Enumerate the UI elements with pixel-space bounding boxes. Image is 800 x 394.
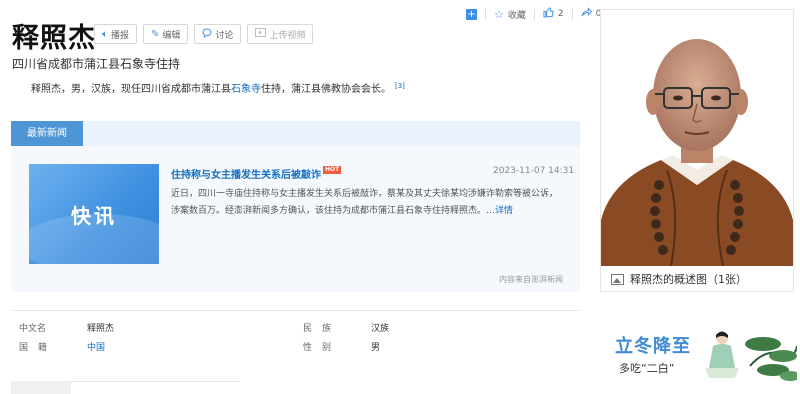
info-label-chinese-name: 中文名 xyxy=(19,324,47,334)
collect-button[interactable]: ☆ 收藏 xyxy=(494,8,526,21)
news-headline-link[interactable]: 住持称与女主播发生关系后被敲诈 HOT xyxy=(171,165,342,181)
share-button[interactable]: 0 xyxy=(581,7,601,21)
info-label-ethnicity: 民族 xyxy=(303,324,342,334)
ad-title: 立冬降至 xyxy=(615,336,691,357)
info-label-nationality: 国籍 xyxy=(19,343,58,353)
ad-illustration xyxy=(705,331,797,381)
summary-text: 释照杰，男，汉族，现任四川省成都市蒲江县 xyxy=(31,84,231,95)
ad-subtitle: 多吃“二白” xyxy=(619,362,675,375)
portrait-caption[interactable]: 释照杰的概述图（1张） xyxy=(601,267,793,291)
thumbs-up-icon xyxy=(543,7,554,21)
thumbnail-text: 快讯 xyxy=(71,204,117,228)
plus-icon: + xyxy=(466,8,477,20)
image-icon xyxy=(611,273,624,285)
star-icon: ☆ xyxy=(494,7,504,21)
news-excerpt-text: 涉案数百万。经澎湃新闻多方确认，该住持为成都市蒲江县石象寺住持释照杰。 xyxy=(171,206,487,216)
temple-link[interactable]: 石象寺 xyxy=(231,84,261,95)
section-divider xyxy=(11,310,580,311)
page-title: 释照杰 xyxy=(12,23,96,54)
action-bar: 🔈︎ 播报 ✎ 编辑 讨论 上传视频 xyxy=(94,24,314,44)
toolbar-divider xyxy=(533,8,535,20)
advertisement[interactable]: 立冬降至 多吃“二白” xyxy=(607,326,797,386)
add-button[interactable]: + xyxy=(466,8,477,20)
share-icon xyxy=(581,7,592,21)
bottom-tab xyxy=(11,381,71,394)
pencil-icon: ✎ xyxy=(151,28,160,40)
news-date: 2023-11-07 14:31 xyxy=(493,166,575,176)
top-toolbar: + ☆ 收藏 2 0 xyxy=(466,6,601,22)
upload-video-label: 上传视频 xyxy=(269,30,306,41)
edit-label: 编辑 xyxy=(162,30,181,41)
hot-badge: HOT xyxy=(323,165,342,174)
info-value-gender: 男 xyxy=(371,343,381,353)
summary-text-end: 住持，蒲江县佛教协会会长。 xyxy=(261,84,391,95)
discuss-label: 讨论 xyxy=(215,30,234,41)
info-value-chinese-name: 释照杰 xyxy=(87,324,115,334)
bottom-divider xyxy=(71,381,240,382)
news-headline: 住持称与女主播发生关系后被敲诈 xyxy=(171,170,321,181)
news-excerpt-line-2: 涉案数百万。经澎湃新闻多方确认，该住持为成都市蒲江县石象寺住持释照杰。…详情 xyxy=(171,203,566,220)
speaker-icon: 🔈︎ xyxy=(102,28,108,40)
entry-subtitle: 四川省成都市蒲江县石象寺住持 xyxy=(12,57,181,71)
news-excerpt-line: 近日，四川一寺庙住持称与女主播发生关系后被敲诈，蔡某及其丈夫徐某均涉嫌诈勒索等被… xyxy=(171,189,559,199)
report-label: 播报 xyxy=(111,30,130,41)
discuss-button[interactable]: 讨论 xyxy=(194,24,242,44)
reference-link[interactable]: [3] xyxy=(395,82,405,90)
toolbar-divider xyxy=(571,8,573,20)
like-button[interactable]: 2 xyxy=(543,7,564,21)
report-button[interactable]: 🔈︎ 播报 xyxy=(94,24,138,44)
toolbar-divider xyxy=(485,8,486,20)
info-label-gender: 性别 xyxy=(303,343,342,353)
info-value-nationality[interactable]: 中国 xyxy=(87,340,105,353)
like-count: 2 xyxy=(557,9,564,19)
entry-summary: 释照杰，男，汉族，现任四川省成都市蒲江县石象寺住持，蒲江县佛教协会会长。 [3] xyxy=(31,80,405,95)
news-more-link[interactable]: …详情 xyxy=(486,206,513,216)
collect-label: 收藏 xyxy=(507,10,526,21)
chat-bubble-icon xyxy=(202,27,212,41)
news-header-bar xyxy=(83,121,580,146)
latest-news-tab[interactable]: 最新新闻 xyxy=(11,121,83,146)
news-card: 快讯 住持称与女主播发生关系后被敲诈 HOT 2023-11-07 14:31 … xyxy=(11,146,580,292)
news-source: 内容来自澎湃新闻 xyxy=(499,275,563,284)
news-thumbnail[interactable]: 快讯 xyxy=(29,164,159,264)
news-excerpt: 近日，四川一寺庙住持称与女主播发生关系后被敲诈，蔡某及其丈夫徐某均涉嫌诈勒索等被… xyxy=(171,186,566,220)
video-icon xyxy=(255,28,267,40)
edit-button[interactable]: ✎ 编辑 xyxy=(143,24,189,44)
portrait-caption-text: 释照杰的概述图（1张） xyxy=(630,273,747,286)
portrait-photo[interactable] xyxy=(601,10,793,266)
portrait-card[interactable]: 释照杰的概述图（1张） xyxy=(600,9,794,292)
upload-video-button[interactable]: 上传视频 xyxy=(247,24,314,44)
info-value-ethnicity: 汉族 xyxy=(371,324,390,334)
